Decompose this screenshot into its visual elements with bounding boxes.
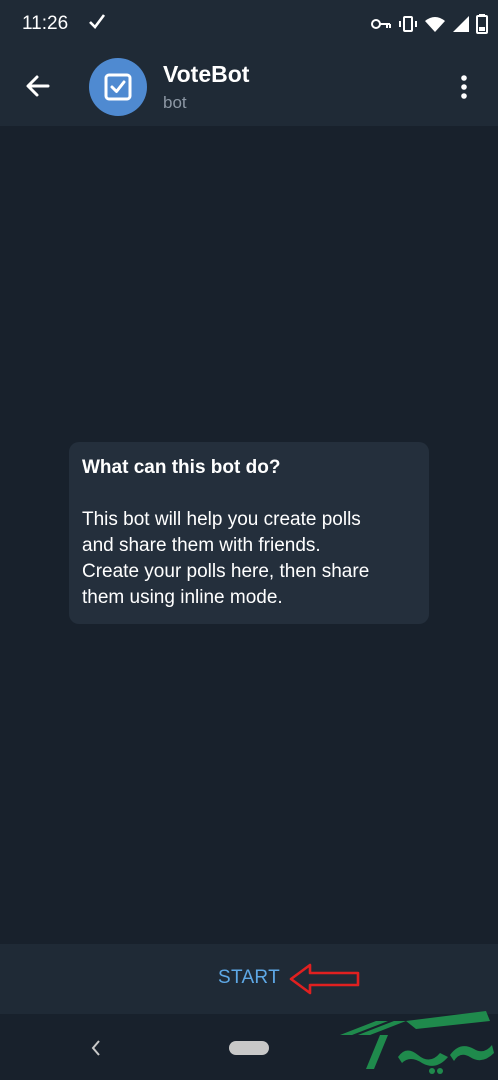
- signal-icon: [453, 16, 469, 32]
- wifi-icon: [425, 17, 445, 32]
- bot-info-title: What can this bot do?: [82, 457, 281, 478]
- chat-title[interactable]: VoteBot: [163, 61, 249, 88]
- bot-info-description: This bot will help you create polls and …: [82, 507, 416, 611]
- annotation-arrow-icon: [289, 963, 360, 995]
- checkbox-icon: [104, 73, 132, 101]
- bot-info-line: This bot will help you create polls: [82, 509, 361, 530]
- battery-icon: [476, 14, 488, 34]
- chat-subtitle: bot: [163, 93, 187, 112]
- chat-header: VoteBot bot: [0, 48, 498, 126]
- avatar[interactable]: [89, 58, 147, 116]
- status-time: 11:26: [22, 13, 69, 34]
- more-vert-icon[interactable]: [452, 72, 476, 102]
- vibrate-icon: [399, 16, 417, 32]
- start-button[interactable]: START: [208, 967, 290, 993]
- watermark-logo: [340, 1011, 494, 1074]
- status-icons: [370, 14, 488, 34]
- back-arrow-icon[interactable]: [22, 70, 54, 102]
- bot-info-line: and share them with friends.: [82, 535, 321, 556]
- bot-info-line: Create your polls here, then share: [82, 561, 370, 582]
- bot-info-line: them using inline mode.: [82, 587, 283, 608]
- vpn-key-icon: [371, 19, 391, 29]
- check-icon: [89, 14, 106, 29]
- nav-home-pill[interactable]: [229, 1041, 269, 1055]
- bot-info-card: What can this bot do? This bot will help…: [69, 442, 429, 624]
- bottom-bar: START: [0, 944, 498, 1014]
- status-bar: 11:26: [0, 0, 498, 48]
- nav-back-icon[interactable]: [86, 1036, 106, 1060]
